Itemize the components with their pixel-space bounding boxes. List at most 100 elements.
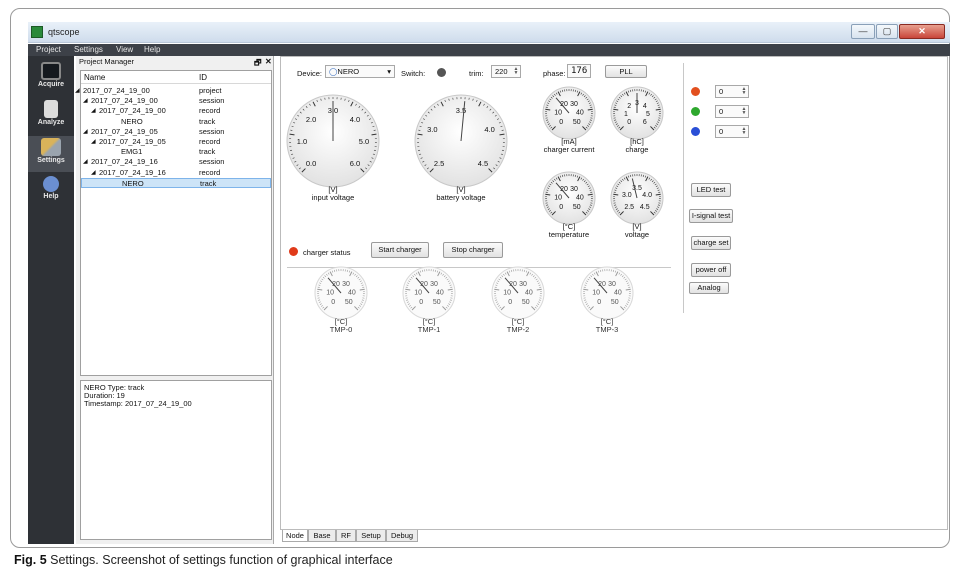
trim-value: 220 xyxy=(495,67,508,76)
figure-number: Fig. 5 xyxy=(14,553,47,567)
gauge-dial: 01020 304050 xyxy=(491,266,545,320)
menu-help[interactable]: Help xyxy=(144,45,160,54)
isignal-test-button[interactable]: I-signal test xyxy=(689,209,733,223)
tree-row[interactable]: EMG1 track xyxy=(81,147,271,157)
tree-row-name: 2017_07_24_19_05 xyxy=(91,126,158,136)
expand-arrow-icon[interactable]: ◢ xyxy=(91,107,96,114)
tree-row-name: 2017_07_24_19_00 xyxy=(91,96,158,106)
gauge-tick-label: 50 xyxy=(573,204,581,211)
gauge-label: charge xyxy=(625,145,649,154)
gauge-tick-label: 10 xyxy=(414,289,422,296)
stop-charger-button[interactable]: Stop charger xyxy=(443,242,503,258)
power-off-button[interactable]: power off xyxy=(691,263,731,277)
gauge-tick-label: 50 xyxy=(345,299,353,306)
maximize-button[interactable]: ▢ xyxy=(876,24,898,39)
gauge-tick-label: 30 xyxy=(519,281,527,288)
gauge-tick-label: 3.0 xyxy=(622,192,632,199)
tab-node[interactable]: Node xyxy=(282,530,308,542)
app-icon xyxy=(31,26,43,38)
led-value-spinbox[interactable]: 0 ▲ ▼ xyxy=(715,85,749,98)
rail-help-label: Help xyxy=(43,193,59,200)
spin-arrows-icon[interactable]: ▲ ▼ xyxy=(741,87,747,96)
title-bar: qtscope — ▢ ✕ xyxy=(28,22,950,43)
expand-arrow-icon[interactable]: ◢ xyxy=(91,138,96,145)
tab-base[interactable]: Base xyxy=(308,530,336,542)
gauge-tick-label: 2.0 xyxy=(306,115,316,124)
tab-debug[interactable]: Debug xyxy=(386,530,418,542)
rail-settings[interactable]: Settings xyxy=(28,136,74,172)
expand-arrow-icon[interactable]: ◢ xyxy=(83,97,88,104)
gauge-dial: 01020 304050 xyxy=(580,266,634,320)
gauge-dial: 2.5 3.03.54.0 4.5 xyxy=(610,171,664,225)
expand-arrow-icon[interactable]: ◢ xyxy=(75,87,80,94)
trim-spinbox[interactable]: 220 ▲ ▼ xyxy=(491,65,521,78)
expand-arrow-icon[interactable]: ◢ xyxy=(91,169,96,176)
tree-row[interactable]: ◢ 2017_07_24_19_00 record xyxy=(81,106,271,116)
tree-row[interactable]: ◢ 2017_07_24_19_16 record xyxy=(81,168,271,178)
col-name-header[interactable]: Name xyxy=(84,73,105,82)
rail-acquire[interactable]: Acquire xyxy=(28,60,74,96)
gauge-tick-label: 4.5 xyxy=(478,159,488,168)
switch-label: Switch: xyxy=(401,69,426,78)
gauge-tmp-3: 0 10 20 30 40 50 [°C] TMP-3 xyxy=(576,262,638,338)
expand-arrow-icon[interactable]: ◢ xyxy=(83,128,88,135)
tree-row-id: record xyxy=(199,137,221,146)
led-indicator xyxy=(691,87,700,96)
spin-arrows-icon[interactable]: ▲ ▼ xyxy=(741,127,747,136)
gauge-dial: 0123456 xyxy=(610,86,664,140)
gauge-tick-label: 4.0 xyxy=(484,125,494,134)
gauge-label: TMP-2 xyxy=(506,325,530,334)
minimize-button[interactable]: — xyxy=(851,24,875,39)
gauge-tick-label: 40 xyxy=(348,289,356,296)
close-button[interactable]: ✕ xyxy=(899,24,945,39)
window-title: qtscope xyxy=(48,27,80,37)
gauge-tick-label: 50 xyxy=(522,299,530,306)
tree-row-name: 2017_07_24_19_00 xyxy=(99,106,166,116)
pll-button[interactable]: PLL xyxy=(605,65,647,78)
switch-indicator[interactable] xyxy=(437,68,446,77)
menu-settings[interactable]: Settings xyxy=(74,45,103,54)
rail-analyze[interactable]: Analyze xyxy=(28,98,74,134)
start-charger-button[interactable]: Start charger xyxy=(371,242,429,258)
gauge-charger-current: 0 10 20 30 40 50 [mA] charger current xyxy=(538,82,600,158)
tree-row[interactable]: ◢ 2017_07_24_19_05 record xyxy=(81,137,271,147)
led-value-spinbox[interactable]: 0 ▲ ▼ xyxy=(715,125,749,138)
vertical-divider xyxy=(683,63,684,313)
device-select[interactable]: ◯NERO ▾ xyxy=(325,65,395,78)
tree-row[interactable]: NERO track xyxy=(81,177,271,188)
led-test-button[interactable]: LED test xyxy=(691,183,731,197)
tree-row[interactable]: ◢ 2017_07_24_19_05 session xyxy=(81,127,271,137)
figure-caption: Fig. 5 Settings. Screenshot of settings … xyxy=(14,553,393,567)
gauge-dial: 01020 304050 xyxy=(542,86,596,140)
gauge-tick-label: 30 xyxy=(570,186,578,193)
gauge-tick-label: 30 xyxy=(342,281,350,288)
tree-row-name: EMG1 xyxy=(121,147,143,157)
charge-set-button[interactable]: charge set xyxy=(691,236,731,250)
tree-row[interactable]: ◢ 2017_07_24_19_00 project xyxy=(75,86,271,96)
gauge-tick-label: 3.5 xyxy=(632,185,642,192)
spin-arrows-icon[interactable]: ▲ ▼ xyxy=(513,67,519,76)
float-panel-icon[interactable]: 🗗 xyxy=(254,57,262,71)
menu-project[interactable]: Project xyxy=(36,45,61,54)
led-value-spinbox[interactable]: 0 ▲ ▼ xyxy=(715,105,749,118)
tree-row[interactable]: ◢ 2017_07_24_19_16 session xyxy=(81,157,271,167)
gauge-tick-label: 0 xyxy=(597,299,601,306)
tree-row-name: 2017_07_24_19_16 xyxy=(91,157,158,167)
spin-arrows-icon[interactable]: ▲ ▼ xyxy=(741,107,747,116)
expand-arrow-icon[interactable]: ◢ xyxy=(83,158,88,165)
tree-row[interactable]: ◢ 2017_07_24_19_00 session xyxy=(81,96,271,106)
col-id-header[interactable]: ID xyxy=(199,73,207,82)
menu-view[interactable]: View xyxy=(116,45,133,54)
gauge-tick-label: 0 xyxy=(627,119,631,126)
tree-row[interactable]: NERO track xyxy=(81,117,271,127)
tab-setup[interactable]: Setup xyxy=(356,530,386,542)
rail-help[interactable]: Help xyxy=(28,174,74,210)
gauge-tick-label: 40 xyxy=(614,289,622,296)
gauge-dial: 01020 304050 xyxy=(542,171,596,225)
tab-rf[interactable]: RF xyxy=(336,530,356,542)
tree-row-name: NERO xyxy=(121,116,143,126)
trim-label: trim: xyxy=(469,69,484,78)
close-panel-icon[interactable]: ✕ xyxy=(265,57,272,66)
analog-button[interactable]: Analog xyxy=(689,282,729,294)
tree-row-id: track xyxy=(199,147,216,157)
